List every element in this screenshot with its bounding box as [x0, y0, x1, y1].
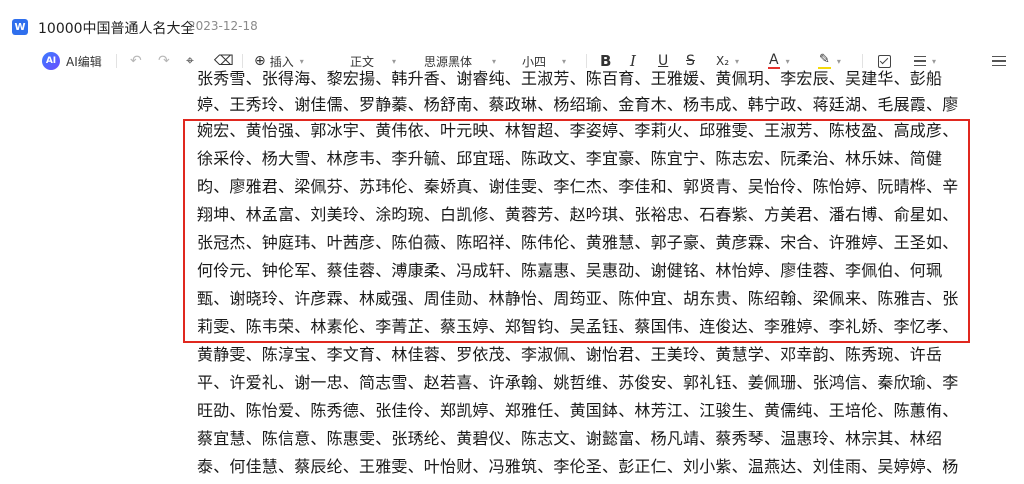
strikethrough-icon: S [686, 53, 695, 69]
text-line[interactable]: 张秀雪、张得海、黎宏揚、韩升香、谢睿纯、王淑芳、陈百育、王雅媛、黄佩玥、李宏辰、… [197, 68, 967, 90]
redo-button[interactable]: ↷ [158, 46, 170, 76]
undo-button[interactable]: ↶ [130, 46, 142, 76]
text-line[interactable]: 旺劭、陈怡爱、陈秀德、张佳伶、郑凯婷、郑雅任、黄国鉢、林芳江、江骏生、黄儒纯、王… [197, 400, 967, 422]
redo-icon: ↷ [158, 53, 170, 69]
text-line[interactable]: 莉雯、陈韦荣、林素伦、李菁芷、蔡玉婷、郑智钧、吴孟钰、蔡国伟、连俊达、李雅婷、李… [197, 316, 967, 338]
font-family-value: 思源黑体 [424, 54, 473, 69]
text-line[interactable]: 翔坤、林孟富、刘美玲、涂昀琬、白凯修、黄蓉芳、赵吟琪、张裕忠、石春紫、方美君、潘… [197, 204, 967, 226]
text-line[interactable]: 黄静雯、陈淳宝、李文育、林佳蓉、罗依茂、李淑佩、谢怡君、王美玲、黄慧学、邓幸韵、… [197, 344, 967, 366]
indent-button[interactable] [992, 46, 1006, 76]
chevron-down-icon: ▾ [562, 56, 567, 66]
font-color-icon: A [768, 52, 780, 69]
text-line[interactable]: 张冠杰、钟庭玮、叶茜彦、陈伯薇、陈昭祥、陈伟伦、黄雅慧、郭子豪、黄彦霖、宋合、许… [197, 232, 967, 254]
text-line[interactable]: 何伶元、钟伦军、蔡佳蓉、溥康柔、冯成轩、陈嘉惠、吴惠劭、谢健铭、林怡婷、廖佳蓉、… [197, 260, 967, 282]
format-painter-icon: ⌖ [186, 53, 194, 69]
chevron-down-icon: ▾ [932, 56, 937, 66]
insert-label: 插入 [269, 54, 294, 69]
undo-icon: ↶ [130, 53, 142, 69]
ai-icon: AI [42, 52, 60, 70]
ai-edit-label: AI编辑 [66, 54, 102, 69]
chevron-down-icon: ▾ [392, 56, 397, 66]
text-line[interactable]: 婉宏、黄怡强、郭冰宇、黄伟依、叶元映、林智超、李姿婷、李莉火、邱雅雯、王淑芳、陈… [197, 120, 967, 142]
title-bar: W 10000中国普通人名大全 2023-12-18 [0, 0, 1024, 44]
text-line[interactable]: 婷、王秀玲、谢佳儒、罗静蓁、杨舒南、蔡政琳、杨绍瑜、金育木、杨韦成、韩宁政、蒋廷… [197, 94, 967, 116]
subscript-icon: X₂ [716, 54, 730, 68]
highlighter-icon: ✎ [818, 52, 831, 69]
document-icon: W [12, 19, 28, 35]
chevron-down-icon: ▾ [299, 56, 304, 66]
eraser-icon: ⌫ [214, 53, 234, 69]
plus-circle-icon: ⊕ [254, 53, 266, 69]
document-title[interactable]: 10000中国普通人名大全 [38, 18, 195, 38]
toolbar-divider [862, 54, 863, 68]
checkbox-icon [878, 54, 891, 68]
numbered-list-icon [914, 55, 926, 67]
chevron-down-icon: ▾ [785, 56, 790, 66]
chevron-down-icon: ▾ [836, 56, 841, 66]
document-date: 2023-12-18 [188, 19, 258, 33]
text-line[interactable]: 蔡宜慧、陈信意、陈惠雯、张琇纶、黄碧仪、陈志文、谢懿富、杨凡靖、蔡秀琴、温惠玲、… [197, 428, 967, 450]
text-line[interactable]: 徐采伶、杨大雪、林彦韦、李升毓、邱宜瑶、陈政文、李宜豪、陈宜宁、陈志宏、阮柔治、… [197, 148, 967, 170]
text-line[interactable]: 平、许爱礼、谢一忠、简志雪、赵若喜、许承翰、姚哲维、苏俊安、郭礼钰、姜佩珊、张鸿… [197, 372, 967, 394]
toolbar-divider [116, 54, 117, 68]
font-size-value: 小四 [522, 54, 547, 69]
paragraph-style-value: 正文 [350, 54, 375, 69]
toolbar-divider [586, 54, 587, 68]
text-line[interactable]: 甄、谢晓玲、许彦霖、林威强、周佳勋、林静怡、周筠亚、陈仲宜、胡东贵、陈绍翰、梁佩… [197, 288, 967, 310]
toolbar-divider [242, 54, 243, 68]
text-line[interactable]: 昀、廖雅君、梁佩芬、苏玮伦、秦娇真、谢佳雯、李仁杰、李佳和、郭贤青、吴怡伶、陈怡… [197, 176, 967, 198]
underline-icon: U [658, 53, 669, 69]
indent-icon [992, 55, 1006, 67]
format-painter-button[interactable]: ⌖ [186, 46, 194, 76]
text-line[interactable]: 泰、何佳慧、蔡辰纶、王雅雯、叶怡财、冯雅筑、李伦圣、彭正仁、刘小紫、温燕达、刘佳… [197, 456, 967, 478]
ai-edit-button[interactable]: AI AI编辑 [42, 46, 102, 76]
chevron-down-icon: ▾ [492, 56, 497, 66]
chevron-down-icon: ▾ [735, 56, 740, 66]
